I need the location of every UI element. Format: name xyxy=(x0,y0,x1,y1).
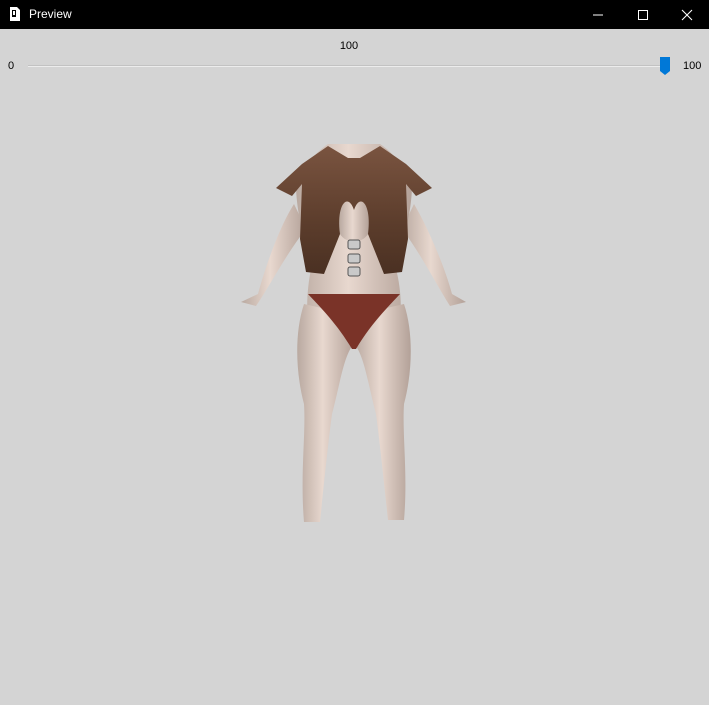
slider-min-label: 0 xyxy=(8,60,15,72)
minimize-icon xyxy=(593,14,603,16)
minimize-button[interactable] xyxy=(575,0,621,29)
preview-viewport[interactable] xyxy=(0,90,709,705)
close-icon xyxy=(681,9,693,21)
close-button[interactable] xyxy=(664,0,709,29)
slider-track[interactable] xyxy=(28,65,666,67)
slider-max-label: 100 xyxy=(683,60,702,72)
maximize-icon xyxy=(638,10,648,20)
window-title: Preview xyxy=(29,7,72,21)
title-bar[interactable]: Preview xyxy=(0,0,709,29)
slider-value-label: 100 xyxy=(339,40,359,52)
slider-thumb[interactable] xyxy=(659,56,671,76)
app-icon xyxy=(8,6,22,22)
character-model xyxy=(241,144,466,522)
maximize-button[interactable] xyxy=(620,0,666,29)
